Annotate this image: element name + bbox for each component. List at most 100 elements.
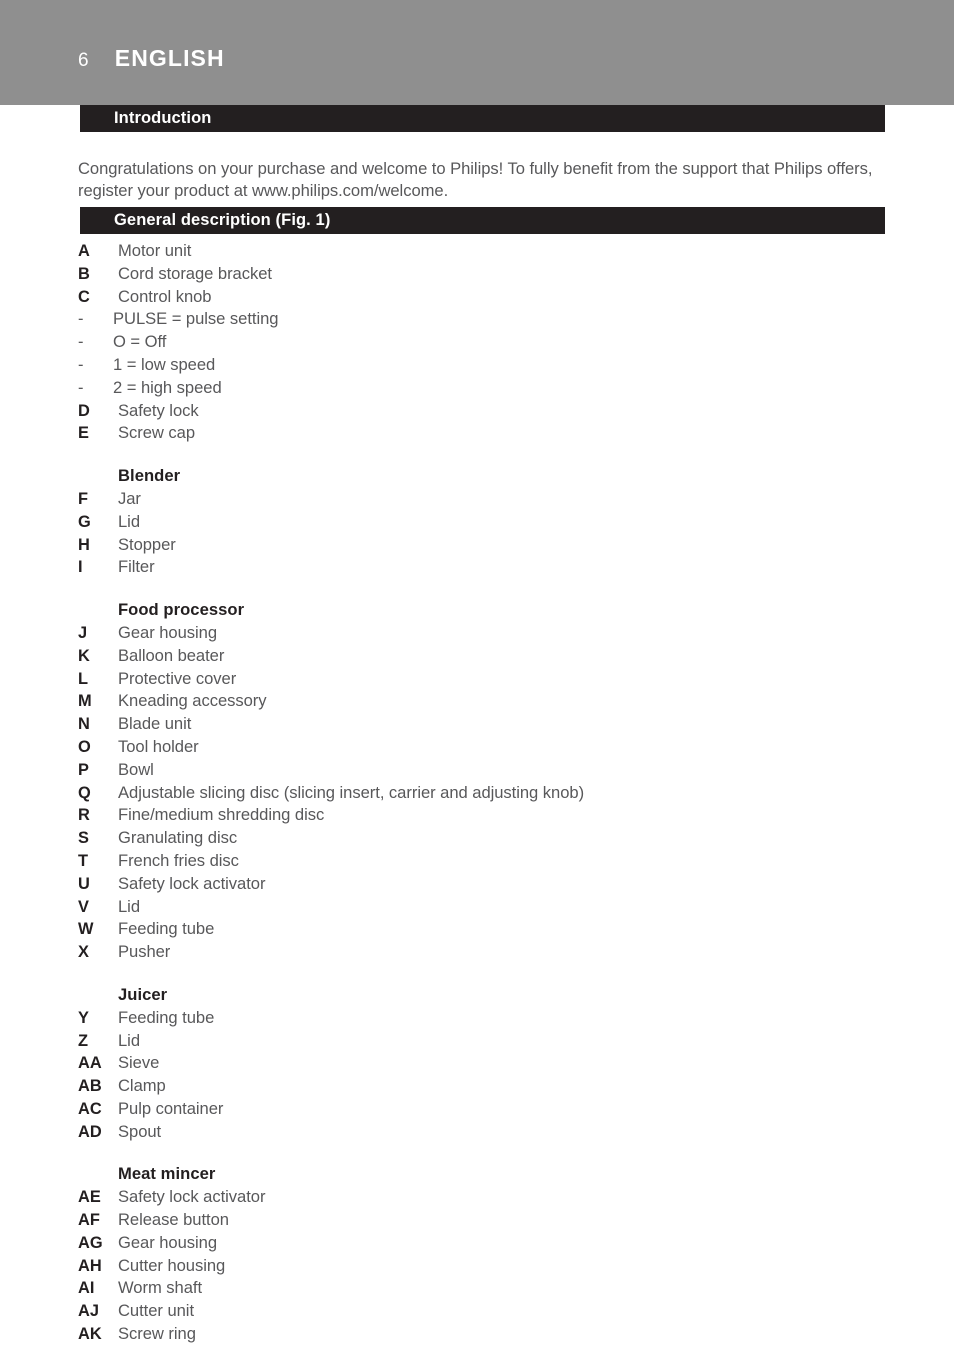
- parts-list-item-label: Pulp container: [118, 1098, 224, 1118]
- parts-list-item-label: Balloon beater: [118, 645, 225, 665]
- parts-list-item-label: 2 = high speed: [113, 377, 222, 397]
- parts-list-item-label: Cutter housing: [118, 1255, 226, 1275]
- parts-list-item-label: Stopper: [118, 534, 176, 554]
- parts-list-item-label: Worm shaft: [118, 1278, 203, 1298]
- parts-list-item-key: C: [78, 287, 90, 306]
- parts-list-item: U Safety lock activator: [78, 874, 908, 897]
- parts-list-item-key: O: [78, 737, 91, 756]
- parts-list-item-key: AH: [78, 1256, 102, 1275]
- parts-list-item: R Fine/medium shredding disc: [78, 805, 908, 828]
- parts-list-item: F Jar: [78, 489, 908, 512]
- parts-list-item-label: Safety lock: [118, 400, 199, 420]
- parts-list-item: AI Worm shaft: [78, 1278, 908, 1301]
- parts-list-item-label: Safety lock activator: [118, 873, 266, 893]
- page-number: 6: [78, 50, 89, 71]
- parts-list-item-label: 1 = low speed: [113, 354, 216, 374]
- parts-list-item-key: R: [78, 806, 90, 825]
- parts-list-item-label: Cord storage bracket: [118, 263, 272, 283]
- parts-subheading-label: Juicer: [118, 984, 168, 1004]
- parts-list-item-key: AG: [78, 1233, 103, 1252]
- parts-list-item-label: Spout: [118, 1121, 162, 1141]
- parts-list-item-key: AB: [78, 1077, 102, 1096]
- parts-list-item: K Balloon beater: [78, 646, 908, 669]
- parts-list-item-key: AC: [78, 1099, 102, 1118]
- parts-list-item-key: W: [78, 920, 94, 939]
- parts-list-item-key: N: [78, 715, 90, 734]
- parts-list-item: J Gear housing: [78, 623, 908, 646]
- parts-list-item-label: Bowl: [118, 759, 154, 779]
- parts-list-item-label: Filter: [118, 557, 155, 577]
- parts-list-item: Y Feeding tube: [78, 1008, 908, 1031]
- parts-list-item-label: Cutter unit: [118, 1301, 195, 1321]
- parts-list-item-key: V: [78, 897, 90, 916]
- parts-list-item: AE Safety lock activator: [78, 1187, 908, 1210]
- parts-list-item: A Motor unit: [78, 241, 908, 264]
- parts-list-item: W Feeding tube: [78, 919, 908, 942]
- parts-list-item: - 1 = low speed: [78, 355, 908, 378]
- parts-subheading-blender: Blender: [78, 466, 908, 489]
- parts-list-item: X Pusher: [78, 942, 908, 965]
- parts-list-item: Q Adjustable slicing disc (slicing insert…: [78, 783, 908, 806]
- parts-list-item-key: Q: [78, 783, 91, 802]
- page-header-content: 6 ENGLISH: [78, 45, 225, 72]
- parts-list-item: AJ Cutter unit: [78, 1301, 908, 1324]
- parts-list-item-key: AJ: [78, 1302, 100, 1321]
- parts-list-item-label: Gear housing: [118, 622, 218, 642]
- parts-list-item-key: E: [78, 424, 90, 443]
- parts-list-item: - O = Off: [78, 332, 908, 355]
- parts-list-item-key: Y: [78, 1008, 90, 1027]
- parts-list-item: M Kneading accessory: [78, 691, 908, 714]
- parts-list-item-label: Granulating disc: [118, 828, 238, 848]
- parts-list-item: AG Gear housing: [78, 1233, 908, 1256]
- parts-list-item-label: Blade unit: [118, 714, 192, 734]
- parts-list-item: - 2 = high speed: [78, 378, 908, 401]
- parts-list-item-key: AD: [78, 1122, 102, 1141]
- parts-list-item-label: Safety lock activator: [118, 1187, 266, 1207]
- heading-general-description-label: General description (Fig. 1): [114, 211, 331, 229]
- parts-list-item-key: K: [78, 646, 90, 665]
- parts-list-item: D Safety lock: [78, 401, 908, 424]
- parts-list-item-key: AE: [78, 1188, 101, 1207]
- parts-list-item: H Stopper: [78, 535, 908, 558]
- parts-list-item-key: M: [78, 692, 92, 711]
- parts-list-item: AB Clamp: [78, 1076, 908, 1099]
- parts-list-item-key: AF: [78, 1211, 101, 1230]
- parts-list-item-key: -: [78, 333, 84, 352]
- parts-subheading-label: Food processor: [118, 600, 245, 620]
- parts-list-item: AC Pulp container: [78, 1099, 908, 1122]
- parts-list-item-key: -: [78, 378, 84, 397]
- parts-list-item: Z Lid: [78, 1031, 908, 1054]
- parts-list-item: - PULSE = pulse setting: [78, 309, 908, 332]
- parts-list-item: L Protective cover: [78, 669, 908, 692]
- introduction-paragraph: Congratulations on your purchase and wel…: [78, 158, 873, 201]
- parts-list-item-key: H: [78, 535, 90, 554]
- parts-list-item-key: -: [78, 310, 84, 329]
- parts-list-item-key: AI: [78, 1279, 95, 1298]
- parts-list-item: T French fries disc: [78, 851, 908, 874]
- parts-list-item: P Bowl: [78, 760, 908, 783]
- parts-list-item: I Filter: [78, 557, 908, 580]
- parts-subheading-label: Meat mincer: [118, 1164, 216, 1184]
- parts-list-item-label: Kneading accessory: [118, 691, 267, 711]
- parts-list-item-label: Screw cap: [118, 423, 196, 443]
- heading-introduction-label: Introduction: [114, 109, 212, 127]
- parts-legend-list: A Motor unit B Cord storage bracket C Control…: [78, 241, 908, 1347]
- parts-list-item-key: D: [78, 401, 90, 420]
- parts-list-item-label: Gear housing: [118, 1232, 218, 1252]
- parts-list-item-label: Sieve: [118, 1053, 160, 1073]
- parts-list-item-label: Lid: [118, 896, 140, 916]
- parts-subheading-juicer: Juicer: [78, 985, 908, 1008]
- parts-list-item: B Cord storage bracket: [78, 264, 908, 287]
- parts-list-item-key: I: [78, 558, 83, 577]
- parts-list-item-label: Release button: [118, 1210, 229, 1230]
- parts-list-item-key: J: [78, 623, 88, 642]
- parts-list-item-label: French fries disc: [118, 850, 239, 870]
- parts-list-item-key: X: [78, 943, 90, 962]
- parts-list-item-label: Tool holder: [118, 736, 199, 756]
- parts-list-item-label: Feeding tube: [118, 1007, 215, 1027]
- parts-list-item: C Control knob: [78, 287, 908, 310]
- parts-list-item-key: B: [78, 264, 90, 283]
- parts-list-item-key: F: [78, 489, 89, 508]
- parts-list-item-key: U: [78, 874, 90, 893]
- parts-list-item: AA Sieve: [78, 1053, 908, 1076]
